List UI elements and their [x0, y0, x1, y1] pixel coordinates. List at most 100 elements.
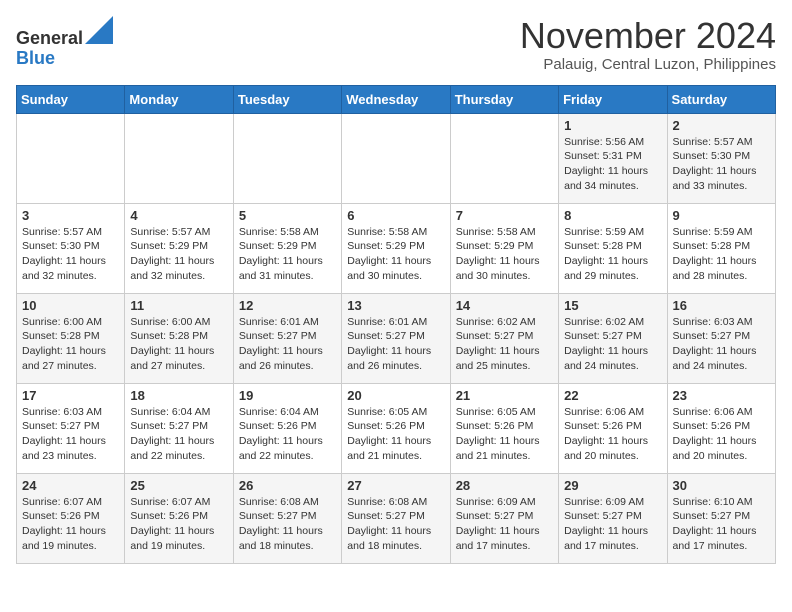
calendar-cell: 26 Sunrise: 6:08 AMSunset: 5:27 PMDayligh…	[233, 473, 341, 563]
day-info: Sunrise: 6:05 AMSunset: 5:26 PMDaylight:…	[347, 405, 444, 464]
day-number: 18	[130, 388, 227, 403]
day-info: Sunrise: 5:58 AMSunset: 5:29 PMDaylight:…	[456, 225, 553, 284]
day-number: 7	[456, 208, 553, 223]
calendar-cell	[342, 113, 450, 203]
day-info: Sunrise: 6:04 AMSunset: 5:26 PMDaylight:…	[239, 405, 336, 464]
day-info: Sunrise: 5:56 AMSunset: 5:31 PMDaylight:…	[564, 135, 661, 194]
weekday-header: Tuesday	[233, 85, 341, 113]
day-number: 10	[22, 298, 119, 313]
day-number: 21	[456, 388, 553, 403]
day-info: Sunrise: 6:04 AMSunset: 5:27 PMDaylight:…	[130, 405, 227, 464]
day-info: Sunrise: 6:07 AMSunset: 5:26 PMDaylight:…	[130, 495, 227, 554]
day-info: Sunrise: 6:03 AMSunset: 5:27 PMDaylight:…	[22, 405, 119, 464]
day-number: 23	[673, 388, 770, 403]
day-info: Sunrise: 6:00 AMSunset: 5:28 PMDaylight:…	[130, 315, 227, 374]
day-number: 22	[564, 388, 661, 403]
day-info: Sunrise: 6:08 AMSunset: 5:27 PMDaylight:…	[347, 495, 444, 554]
calendar-week-row: 24 Sunrise: 6:07 AMSunset: 5:26 PMDayligh…	[17, 473, 776, 563]
calendar-cell: 2 Sunrise: 5:57 AMSunset: 5:30 PMDaylight…	[667, 113, 775, 203]
calendar-cell: 28 Sunrise: 6:09 AMSunset: 5:27 PMDayligh…	[450, 473, 558, 563]
day-number: 14	[456, 298, 553, 313]
calendar-week-row: 17Sunrise: 6:03 AMSunset: 5:27 PMDayligh…	[17, 383, 776, 473]
day-number: 28	[456, 478, 553, 493]
weekday-header: Saturday	[667, 85, 775, 113]
calendar-cell: 16 Sunrise: 6:03 AMSunset: 5:27 PMDayligh…	[667, 293, 775, 383]
day-info: Sunrise: 5:58 AMSunset: 5:29 PMDaylight:…	[347, 225, 444, 284]
day-info: Sunrise: 6:03 AMSunset: 5:27 PMDaylight:…	[673, 315, 770, 374]
day-info: Sunrise: 6:10 AMSunset: 5:27 PMDaylight:…	[673, 495, 770, 554]
calendar-cell: 19 Sunrise: 6:04 AMSunset: 5:26 PMDayligh…	[233, 383, 341, 473]
day-number: 20	[347, 388, 444, 403]
day-info: Sunrise: 6:00 AMSunset: 5:28 PMDaylight:…	[22, 315, 119, 374]
calendar-cell: 23 Sunrise: 6:06 AMSunset: 5:26 PMDayligh…	[667, 383, 775, 473]
calendar-cell: 17Sunrise: 6:03 AMSunset: 5:27 PMDayligh…	[17, 383, 125, 473]
calendar-cell: 7 Sunrise: 5:58 AMSunset: 5:29 PMDaylight…	[450, 203, 558, 293]
calendar-cell: 27 Sunrise: 6:08 AMSunset: 5:27 PMDayligh…	[342, 473, 450, 563]
day-number: 3	[22, 208, 119, 223]
day-info: Sunrise: 6:02 AMSunset: 5:27 PMDaylight:…	[564, 315, 661, 374]
day-info: Sunrise: 6:09 AMSunset: 5:27 PMDaylight:…	[564, 495, 661, 554]
month-title: November 2024	[520, 16, 776, 56]
weekday-header: Thursday	[450, 85, 558, 113]
day-number: 2	[673, 118, 770, 133]
day-info: Sunrise: 5:58 AMSunset: 5:29 PMDaylight:…	[239, 225, 336, 284]
day-number: 26	[239, 478, 336, 493]
day-info: Sunrise: 6:01 AMSunset: 5:27 PMDaylight:…	[239, 315, 336, 374]
calendar-cell	[450, 113, 558, 203]
day-info: Sunrise: 6:01 AMSunset: 5:27 PMDaylight:…	[347, 315, 444, 374]
day-number: 29	[564, 478, 661, 493]
day-info: Sunrise: 5:59 AMSunset: 5:28 PMDaylight:…	[564, 225, 661, 284]
day-info: Sunrise: 6:08 AMSunset: 5:27 PMDaylight:…	[239, 495, 336, 554]
weekday-header: Monday	[125, 85, 233, 113]
day-info: Sunrise: 6:06 AMSunset: 5:26 PMDaylight:…	[564, 405, 661, 464]
day-number: 24	[22, 478, 119, 493]
calendar-cell: 4 Sunrise: 5:57 AMSunset: 5:29 PMDaylight…	[125, 203, 233, 293]
calendar-cell	[233, 113, 341, 203]
day-number: 1	[564, 118, 661, 133]
calendar-cell: 10 Sunrise: 6:00 AMSunset: 5:28 PMDayligh…	[17, 293, 125, 383]
calendar-cell: 13 Sunrise: 6:01 AMSunset: 5:27 PMDayligh…	[342, 293, 450, 383]
day-info: Sunrise: 6:05 AMSunset: 5:26 PMDaylight:…	[456, 405, 553, 464]
calendar-cell: 24 Sunrise: 6:07 AMSunset: 5:26 PMDayligh…	[17, 473, 125, 563]
calendar-cell: 8 Sunrise: 5:59 AMSunset: 5:28 PMDaylight…	[559, 203, 667, 293]
weekday-header: Friday	[559, 85, 667, 113]
calendar-cell: 9Sunrise: 5:59 AMSunset: 5:28 PMDaylight…	[667, 203, 775, 293]
calendar-week-row: 3Sunrise: 5:57 AMSunset: 5:30 PMDaylight…	[17, 203, 776, 293]
day-info: Sunrise: 6:02 AMSunset: 5:27 PMDaylight:…	[456, 315, 553, 374]
calendar-table: SundayMondayTuesdayWednesdayThursdayFrid…	[16, 85, 776, 564]
day-number: 4	[130, 208, 227, 223]
calendar-cell	[125, 113, 233, 203]
logo-general: General	[16, 28, 83, 48]
title-block: November 2024 Palauig, Central Luzon, Ph…	[520, 16, 776, 73]
day-info: Sunrise: 6:06 AMSunset: 5:26 PMDaylight:…	[673, 405, 770, 464]
day-number: 11	[130, 298, 227, 313]
day-number: 16	[673, 298, 770, 313]
calendar-week-row: 1 Sunrise: 5:56 AMSunset: 5:31 PMDaylight…	[17, 113, 776, 203]
day-number: 15	[564, 298, 661, 313]
calendar-cell: 20 Sunrise: 6:05 AMSunset: 5:26 PMDayligh…	[342, 383, 450, 473]
day-number: 8	[564, 208, 661, 223]
calendar-header: SundayMondayTuesdayWednesdayThursdayFrid…	[17, 85, 776, 113]
calendar-cell: 25 Sunrise: 6:07 AMSunset: 5:26 PMDayligh…	[125, 473, 233, 563]
calendar-cell: 30 Sunrise: 6:10 AMSunset: 5:27 PMDayligh…	[667, 473, 775, 563]
day-number: 19	[239, 388, 336, 403]
logo: General Blue	[16, 16, 113, 69]
calendar-cell	[17, 113, 125, 203]
day-info: Sunrise: 6:07 AMSunset: 5:26 PMDaylight:…	[22, 495, 119, 554]
calendar-cell: 14 Sunrise: 6:02 AMSunset: 5:27 PMDayligh…	[450, 293, 558, 383]
weekday-header: Wednesday	[342, 85, 450, 113]
calendar-cell: 15 Sunrise: 6:02 AMSunset: 5:27 PMDayligh…	[559, 293, 667, 383]
calendar-cell: 29 Sunrise: 6:09 AMSunset: 5:27 PMDayligh…	[559, 473, 667, 563]
calendar-week-row: 10 Sunrise: 6:00 AMSunset: 5:28 PMDayligh…	[17, 293, 776, 383]
day-number: 30	[673, 478, 770, 493]
day-number: 13	[347, 298, 444, 313]
day-number: 6	[347, 208, 444, 223]
calendar-cell: 18 Sunrise: 6:04 AMSunset: 5:27 PMDayligh…	[125, 383, 233, 473]
page-header: General Blue November 2024 Palauig, Cent…	[16, 16, 776, 73]
day-info: Sunrise: 5:57 AMSunset: 5:29 PMDaylight:…	[130, 225, 227, 284]
day-info: Sunrise: 6:09 AMSunset: 5:27 PMDaylight:…	[456, 495, 553, 554]
day-info: Sunrise: 5:57 AMSunset: 5:30 PMDaylight:…	[673, 135, 770, 194]
day-number: 27	[347, 478, 444, 493]
day-number: 25	[130, 478, 227, 493]
weekday-header: Sunday	[17, 85, 125, 113]
